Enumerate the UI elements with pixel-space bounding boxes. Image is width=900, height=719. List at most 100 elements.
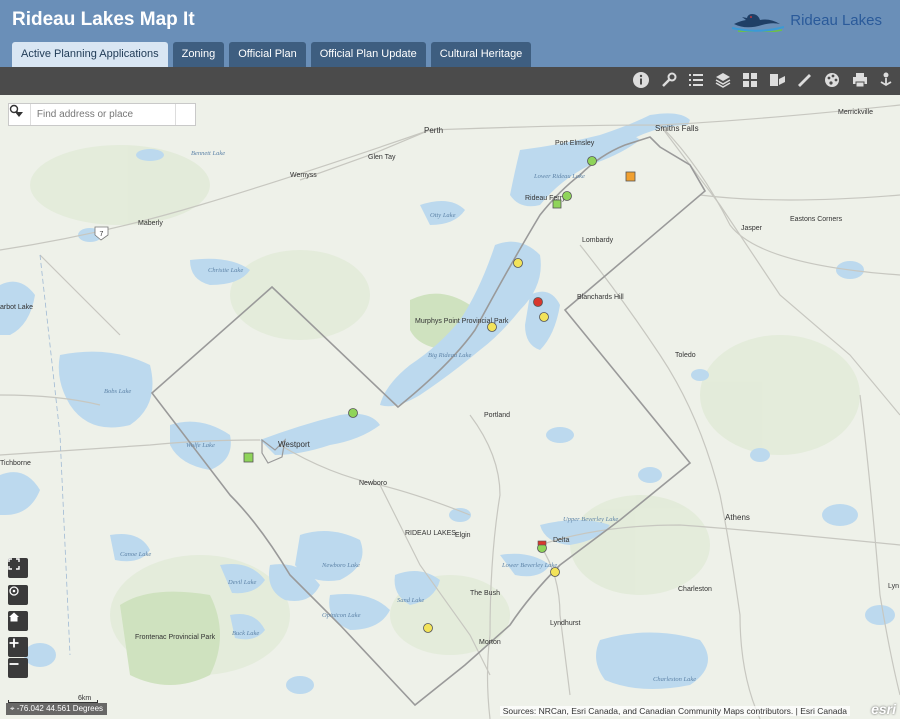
lake-label: Opinicon Lake (322, 612, 361, 619)
application-marker[interactable] (562, 191, 572, 201)
map-canvas[interactable]: 7 Perth Smiths Falls Merrickville Port E… (0, 95, 900, 719)
wrench-icon[interactable] (659, 71, 679, 91)
place-label: Lombardy (582, 237, 614, 244)
list-icon[interactable] (686, 71, 706, 91)
layers-icon[interactable] (713, 71, 733, 91)
place-label: Tichborne (0, 460, 31, 467)
place-label: Elgin (455, 532, 471, 539)
crosshair-icon: ⌖ (10, 704, 15, 713)
place-label: Toledo (675, 352, 696, 359)
zoom-in-button[interactable] (8, 637, 28, 657)
fullscreen-button[interactable] (8, 558, 28, 578)
toolbar (0, 67, 900, 95)
home-button[interactable] (8, 611, 28, 631)
tab-cultural-heritage[interactable]: Cultural Heritage (430, 42, 532, 67)
place-label: Port Elmsley (555, 140, 595, 147)
lake-label: Charleston Lake (653, 676, 696, 683)
brand-name: Rideau Lakes (790, 11, 882, 29)
esri-logo: esri (871, 701, 896, 717)
application-marker[interactable] (348, 408, 358, 418)
application-marker[interactable] (552, 199, 562, 209)
place-label: Eastons Corners (790, 216, 843, 223)
application-marker[interactable] (537, 540, 547, 546)
place-label: The Bush (470, 590, 500, 597)
place-label: Portland (484, 412, 510, 419)
fullscreen-icon (8, 558, 20, 570)
place-label: Blanchards Hill (577, 294, 624, 301)
map-attribution: Sources: NRCan, Esri Canada, and Canadia… (499, 706, 850, 716)
place-label: RIDEAU LAKES (405, 530, 456, 537)
zoom-out-button[interactable] (8, 658, 28, 678)
lake-label: Sand Lake (397, 597, 424, 604)
tab-zoning[interactable]: Zoning (172, 42, 225, 67)
print-layout-icon[interactable] (767, 71, 787, 91)
place-label: Perth (424, 126, 443, 135)
basemap-grid-icon[interactable] (740, 71, 760, 91)
place-label: Morton (479, 639, 501, 646)
place-label: Delta (553, 537, 569, 544)
application-marker[interactable] (243, 452, 254, 463)
tab-bar: Active Planning Applications Zoning Offi… (12, 42, 532, 67)
info-icon[interactable] (631, 71, 651, 91)
lake-label: Newboro Lake (321, 562, 360, 569)
lake-label: Bennett Lake (191, 150, 225, 157)
place-label: Charleston (678, 586, 712, 593)
place-label: Smiths Falls (655, 124, 699, 133)
place-label: Athens (725, 513, 750, 522)
application-marker[interactable] (423, 623, 433, 633)
locate-icon (9, 586, 19, 596)
search-button[interactable] (9, 104, 195, 125)
lake-label: Canoe Lake (120, 551, 151, 558)
lake-label: Wolfe Lake (186, 442, 215, 449)
minus-icon (9, 663, 19, 665)
locate-button[interactable] (8, 585, 28, 605)
coordinate-readout: ⌖ -76.042 44.561 Degrees (6, 703, 108, 715)
palette-icon[interactable] (822, 71, 842, 91)
place-label: Frontenac Provincial Park (135, 634, 216, 641)
lake-label: Otty Lake (430, 212, 456, 219)
place-label: arbot Lake (0, 304, 33, 311)
tab-official-plan-update[interactable]: Official Plan Update (310, 42, 426, 67)
plus-icon (9, 638, 19, 648)
place-label: Wemyss (290, 172, 317, 179)
lake-label: Lower Rideau Lake (533, 173, 585, 180)
search-widget (8, 103, 196, 126)
place-label: Newboro (359, 480, 387, 487)
coordinate-text: -76.042 44.561 Degrees (16, 704, 104, 713)
lake-label: Buck Lake (232, 630, 259, 637)
search-icon (9, 104, 21, 116)
tab-active-planning-applications[interactable]: Active Planning Applications (12, 42, 168, 67)
share-icon[interactable] (876, 71, 896, 91)
application-marker[interactable] (550, 567, 560, 577)
place-label: Westport (278, 440, 311, 449)
route-number: 7 (100, 231, 104, 238)
lake-label: Christie Lake (208, 267, 243, 274)
lake-label: Bobs Lake (104, 388, 131, 395)
application-marker[interactable] (487, 322, 497, 332)
place-label: Maberly (138, 220, 163, 227)
application-marker[interactable] (587, 156, 597, 166)
search-input[interactable] (30, 105, 175, 124)
application-marker[interactable] (625, 171, 636, 182)
lake-label: Devil Lake (227, 579, 256, 586)
print-icon[interactable] (850, 71, 870, 91)
place-label: Jasper (741, 225, 763, 232)
lake-label: Lower Beverley Lake (501, 562, 557, 569)
lake-label: Upper Beverley Lake (563, 516, 618, 523)
brand-logo: Rideau Lakes (732, 8, 882, 32)
application-marker[interactable] (513, 258, 523, 268)
measure-icon[interactable] (794, 71, 814, 91)
app-title: Rideau Lakes Map It (12, 9, 195, 30)
app-header: Rideau Lakes Map It Rideau Lakes Active … (0, 0, 900, 67)
place-label: Merrickville (838, 109, 873, 116)
lake-label: Big Rideau Lake (428, 352, 471, 359)
loon-logo-icon (732, 14, 785, 32)
place-label: Glen Tay (368, 154, 396, 161)
place-label: Lyndhurst (550, 620, 581, 627)
application-marker[interactable] (533, 297, 543, 307)
map-view[interactable]: 7 Perth Smiths Falls Merrickville Port E… (0, 95, 900, 719)
home-icon (9, 612, 19, 622)
application-marker[interactable] (539, 312, 549, 322)
tab-official-plan[interactable]: Official Plan (229, 42, 306, 67)
place-label: Lyn (888, 583, 899, 590)
